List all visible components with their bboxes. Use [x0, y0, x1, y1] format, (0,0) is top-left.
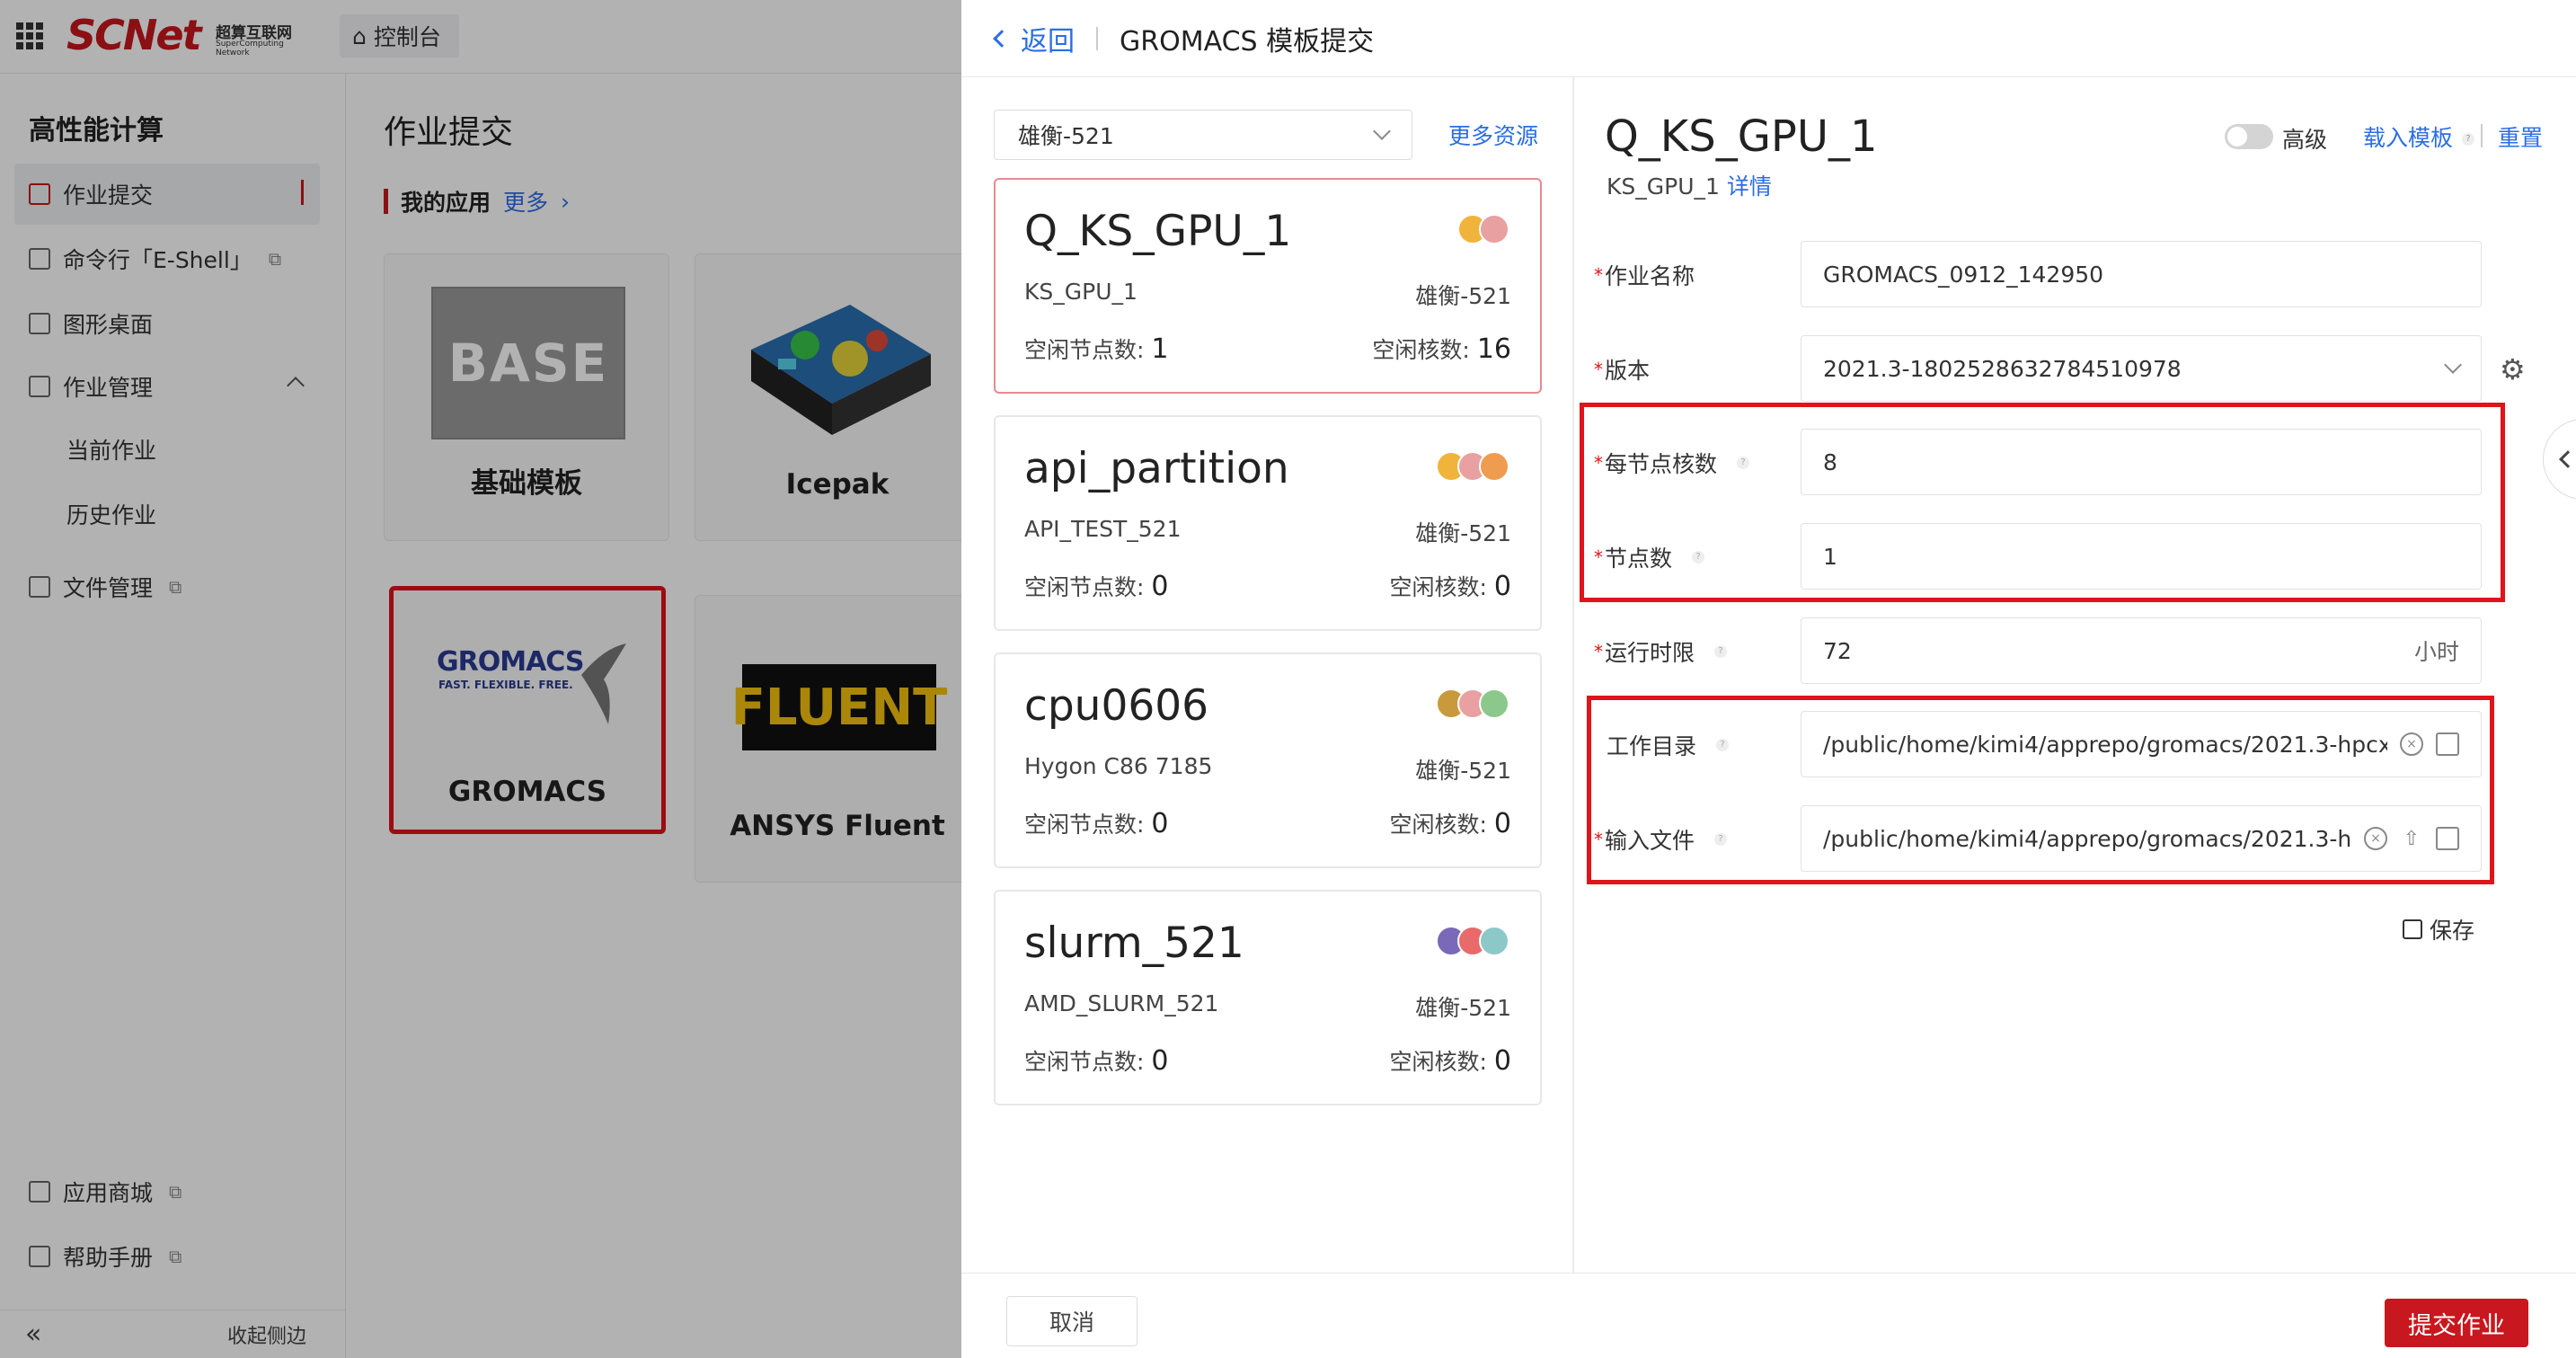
job-name-input[interactable]: GROMACS_0912_142950 [1801, 241, 2482, 307]
user-avatars [1436, 688, 1509, 719]
input-file-input[interactable]: /public/home/kimi4/apprepo/gromacs/2021.… [1801, 805, 2482, 872]
user-avatars [1436, 451, 1509, 482]
help-icon: ? [1737, 457, 1750, 469]
queue-cluster: 雄衡-521 [1415, 758, 1511, 784]
submit-job-button[interactable]: 提交作业 [2385, 1299, 2528, 1347]
divider [2481, 124, 2483, 147]
column-divider [1572, 77, 1574, 1273]
help-icon: ? [1714, 833, 1728, 846]
user-avatars [1457, 214, 1509, 244]
queue-card-slurm-521[interactable]: slurm_521 AMD_SLURM_521 雄衡-521 空闲节点数: 0 … [994, 890, 1542, 1105]
modal-overlay[interactable] [0, 0, 961, 1358]
selected-queue-title: Q_KS_GPU_1 [1605, 111, 1878, 162]
queue-desc: Hygon C86 7185 [1024, 753, 1213, 779]
avatar [1479, 926, 1509, 956]
save-icon [2403, 919, 2422, 939]
save-button[interactable]: 保存 [2403, 913, 2474, 945]
drawer-header: 返回 GROMACS 模板提交 [961, 0, 2576, 77]
user-avatars [1436, 926, 1509, 956]
queue-cluster: 雄衡-521 [1415, 995, 1511, 1021]
avatar [1479, 451, 1509, 482]
drawer-footer [961, 1273, 2576, 1358]
queue-card-q-ks-gpu-1[interactable]: Q_KS_GPU_1 KS_GPU_1 雄衡-521 空闲节点数: 1 空闲核数… [994, 178, 1542, 394]
cancel-button[interactable]: 取消 [1006, 1296, 1138, 1346]
queue-desc: AMD_SLURM_521 [1024, 990, 1219, 1016]
chevron-down-icon [1373, 122, 1391, 140]
time-limit-label: * 运行时限? [1594, 635, 1728, 668]
help-icon: ? [1714, 645, 1728, 658]
work-dir-input[interactable]: /public/home/kimi4/apprepo/gromacs/2021.… [1801, 711, 2482, 777]
version-label: * 版本 [1594, 358, 1651, 384]
time-limit-unit: 小时 [2413, 639, 2459, 665]
queue-card-cpu0606[interactable]: cpu0606 Hygon C86 7185 雄衡-521 空闲节点数: 0 空… [994, 652, 1542, 868]
queue-cluster: 雄衡-521 [1415, 283, 1511, 309]
idle-cores: 空闲核数: 16 [1372, 333, 1511, 365]
more-resources-link[interactable]: 更多资源 [1448, 119, 1538, 151]
submit-drawer: 返回 GROMACS 模板提交 雄衡-521 更多资源 Q_KS_GPU_1 K… [961, 0, 2576, 1358]
idle-nodes: 空闲节点数: 1 [1024, 333, 1169, 365]
queue-desc: API_TEST_521 [1024, 516, 1182, 542]
cores-per-node-input[interactable]: 8 [1801, 429, 2482, 495]
help-icon: ? [2462, 133, 2475, 146]
side-expand-tab[interactable] [2543, 419, 2576, 500]
file-icon[interactable] [2436, 827, 2459, 850]
folder-icon[interactable] [2436, 732, 2459, 756]
cluster-select-value: 雄衡-521 [1018, 123, 1114, 149]
time-limit-input[interactable]: 72 小时 [1801, 617, 2482, 684]
chevron-down-icon [2444, 356, 2462, 374]
queue-card-api-partition[interactable]: api_partition API_TEST_521 雄衡-521 空闲节点数:… [994, 415, 1542, 631]
cores-per-node-label: * 每节点核数? [1594, 447, 1750, 479]
chevron-left-icon [2559, 450, 2576, 468]
detail-link[interactable]: 详情 [1727, 173, 1772, 200]
idle-nodes: 空闲节点数: 0 [1024, 571, 1169, 602]
nodes-label: * 节点数? [1594, 541, 1705, 573]
upload-icon[interactable]: ⇧ [2400, 827, 2423, 850]
queue-desc: KS_GPU_1 [1024, 279, 1138, 305]
advanced-label: 高级 [2282, 127, 2328, 153]
queue-name: slurm_521 [1024, 919, 1244, 968]
advanced-toggle[interactable] [2225, 124, 2273, 149]
selected-queue-subtitle: KS_GPU_1 详情 [1607, 173, 1772, 200]
load-template-link[interactable]: 载入模板? [2363, 120, 2475, 153]
drawer-title: GROMACS 模板提交 [1120, 25, 1375, 58]
clear-icon[interactable]: × [2364, 827, 2387, 850]
help-icon: ? [1692, 551, 1705, 564]
idle-nodes: 空闲节点数: 0 [1024, 1045, 1169, 1077]
cluster-select[interactable]: 雄衡-521 [994, 110, 1412, 160]
queue-name: cpu0606 [1024, 681, 1209, 731]
input-file-label: * 输入文件? [1594, 823, 1728, 856]
reset-link[interactable]: 重置 [2498, 120, 2543, 153]
clear-icon[interactable]: × [2400, 732, 2423, 756]
version-select[interactable]: 2021.3-1802528632784510978 [1801, 335, 2482, 402]
queue-name: Q_KS_GPU_1 [1024, 207, 1292, 256]
queue-cluster: 雄衡-521 [1415, 520, 1511, 546]
chevron-left-icon [993, 29, 1011, 48]
header-divider [1096, 26, 1098, 50]
gear-icon[interactable]: ⚙ [2500, 352, 2526, 386]
nodes-input[interactable]: 1 [1801, 523, 2482, 590]
idle-cores: 空闲核数: 0 [1389, 808, 1511, 839]
avatar [1479, 214, 1509, 244]
idle-cores: 空闲核数: 0 [1389, 1045, 1511, 1077]
work-dir-label: 工作目录? [1607, 729, 1730, 761]
idle-cores: 空闲核数: 0 [1389, 571, 1511, 602]
idle-nodes: 空闲节点数: 0 [1024, 808, 1169, 839]
queue-name: api_partition [1024, 444, 1289, 493]
back-label: 返回 [1021, 25, 1075, 58]
job-name-label: * 作业名称 [1594, 263, 1695, 289]
help-icon: ? [1716, 739, 1730, 751]
avatar [1479, 688, 1509, 719]
back-button[interactable]: 返回 [993, 19, 1075, 58]
